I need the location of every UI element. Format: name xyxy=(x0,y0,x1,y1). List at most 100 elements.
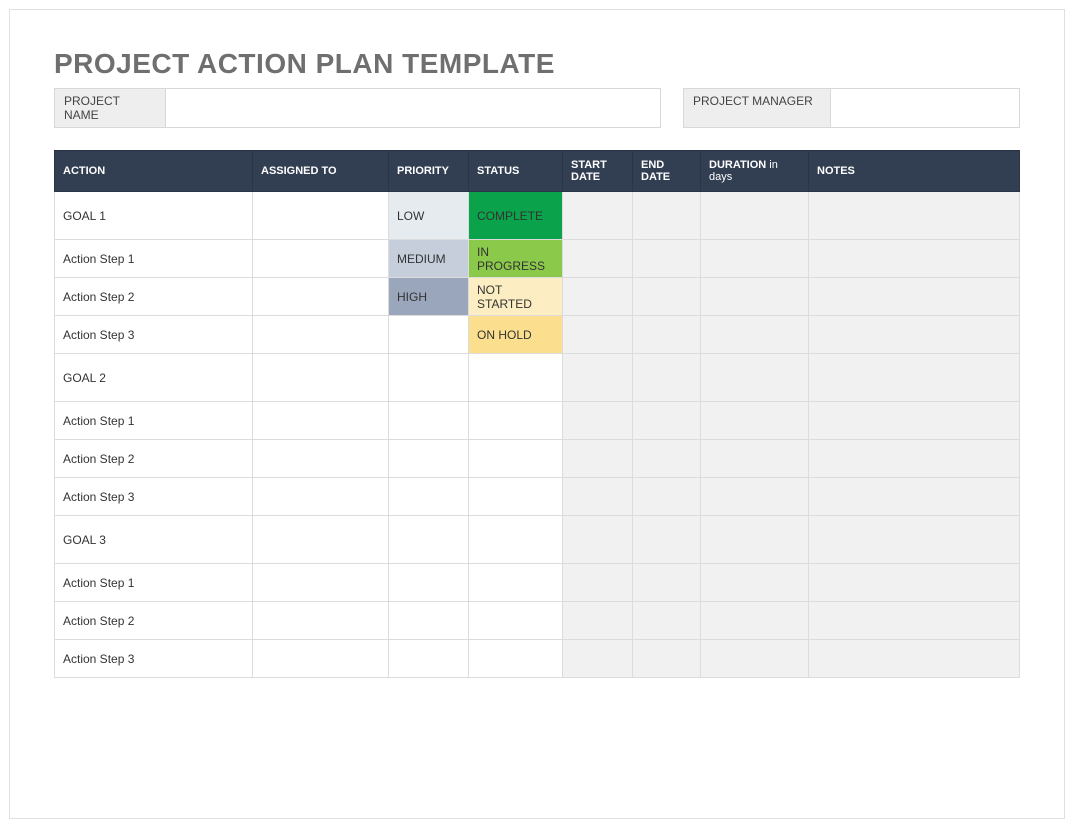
cell-priority[interactable]: LOW xyxy=(389,192,469,240)
cell-assigned[interactable] xyxy=(253,240,389,278)
cell-assigned[interactable] xyxy=(253,564,389,602)
cell-start[interactable] xyxy=(563,354,633,402)
cell-assigned[interactable] xyxy=(253,440,389,478)
cell-assigned[interactable] xyxy=(253,602,389,640)
cell-notes[interactable] xyxy=(809,640,1020,678)
cell-duration[interactable] xyxy=(701,278,809,316)
cell-start[interactable] xyxy=(563,316,633,354)
cell-duration[interactable] xyxy=(701,402,809,440)
cell-priority[interactable] xyxy=(389,564,469,602)
cell-action[interactable]: Action Step 2 xyxy=(55,278,253,316)
cell-action[interactable]: GOAL 1 xyxy=(55,192,253,240)
cell-end[interactable] xyxy=(633,402,701,440)
cell-action[interactable]: Action Step 1 xyxy=(55,564,253,602)
cell-action[interactable]: GOAL 3 xyxy=(55,516,253,564)
cell-start[interactable] xyxy=(563,192,633,240)
cell-end[interactable] xyxy=(633,602,701,640)
cell-assigned[interactable] xyxy=(253,640,389,678)
cell-end[interactable] xyxy=(633,516,701,564)
cell-notes[interactable] xyxy=(809,602,1020,640)
cell-end[interactable] xyxy=(633,440,701,478)
cell-duration[interactable] xyxy=(701,564,809,602)
cell-duration[interactable] xyxy=(701,240,809,278)
cell-duration[interactable] xyxy=(701,640,809,678)
cell-status[interactable]: NOT STARTED xyxy=(469,278,563,316)
cell-assigned[interactable] xyxy=(253,516,389,564)
cell-priority[interactable] xyxy=(389,354,469,402)
cell-notes[interactable] xyxy=(809,564,1020,602)
cell-action[interactable]: Action Step 2 xyxy=(55,602,253,640)
cell-priority[interactable] xyxy=(389,316,469,354)
cell-end[interactable] xyxy=(633,564,701,602)
cell-start[interactable] xyxy=(563,516,633,564)
cell-assigned[interactable] xyxy=(253,354,389,402)
project-manager-value[interactable] xyxy=(831,88,1020,128)
cell-notes[interactable] xyxy=(809,192,1020,240)
cell-end[interactable] xyxy=(633,240,701,278)
cell-assigned[interactable] xyxy=(253,478,389,516)
cell-status[interactable] xyxy=(469,602,563,640)
cell-action[interactable]: Action Step 3 xyxy=(55,316,253,354)
cell-end[interactable] xyxy=(633,478,701,516)
cell-start[interactable] xyxy=(563,278,633,316)
cell-end[interactable] xyxy=(633,316,701,354)
cell-notes[interactable] xyxy=(809,478,1020,516)
cell-duration[interactable] xyxy=(701,516,809,564)
cell-priority[interactable] xyxy=(389,440,469,478)
cell-action[interactable]: Action Step 1 xyxy=(55,402,253,440)
cell-duration[interactable] xyxy=(701,354,809,402)
cell-priority[interactable] xyxy=(389,402,469,440)
cell-duration[interactable] xyxy=(701,602,809,640)
cell-assigned[interactable] xyxy=(253,278,389,316)
cell-notes[interactable] xyxy=(809,316,1020,354)
cell-status[interactable] xyxy=(469,478,563,516)
cell-end[interactable] xyxy=(633,640,701,678)
cell-notes[interactable] xyxy=(809,278,1020,316)
cell-status[interactable] xyxy=(469,440,563,478)
cell-notes[interactable] xyxy=(809,516,1020,564)
cell-action[interactable]: Action Step 2 xyxy=(55,440,253,478)
cell-status[interactable]: COMPLETE xyxy=(469,192,563,240)
cell-start[interactable] xyxy=(563,602,633,640)
cell-priority[interactable] xyxy=(389,640,469,678)
col-duration: DURATION in days xyxy=(701,151,809,192)
cell-priority[interactable] xyxy=(389,602,469,640)
cell-end[interactable] xyxy=(633,192,701,240)
cell-assigned[interactable] xyxy=(253,192,389,240)
cell-start[interactable] xyxy=(563,640,633,678)
cell-assigned[interactable] xyxy=(253,316,389,354)
cell-status[interactable] xyxy=(469,354,563,402)
cell-priority[interactable] xyxy=(389,478,469,516)
cell-status[interactable]: ON HOLD xyxy=(469,316,563,354)
cell-duration[interactable] xyxy=(701,478,809,516)
cell-notes[interactable] xyxy=(809,402,1020,440)
cell-start[interactable] xyxy=(563,240,633,278)
cell-priority[interactable]: MEDIUM xyxy=(389,240,469,278)
cell-end[interactable] xyxy=(633,278,701,316)
cell-duration[interactable] xyxy=(701,192,809,240)
cell-start[interactable] xyxy=(563,440,633,478)
cell-status[interactable] xyxy=(469,564,563,602)
cell-status[interactable] xyxy=(469,516,563,564)
cell-notes[interactable] xyxy=(809,440,1020,478)
cell-status[interactable]: IN PROGRESS xyxy=(469,240,563,278)
cell-action[interactable]: Action Step 3 xyxy=(55,478,253,516)
cell-priority[interactable]: HIGH xyxy=(389,278,469,316)
cell-end[interactable] xyxy=(633,354,701,402)
cell-duration[interactable] xyxy=(701,316,809,354)
cell-priority[interactable] xyxy=(389,516,469,564)
cell-start[interactable] xyxy=(563,478,633,516)
cell-assigned[interactable] xyxy=(253,402,389,440)
cell-action[interactable]: Action Step 1 xyxy=(55,240,253,278)
cell-status[interactable] xyxy=(469,402,563,440)
cell-start[interactable] xyxy=(563,402,633,440)
cell-action[interactable]: GOAL 2 xyxy=(55,354,253,402)
cell-duration[interactable] xyxy=(701,440,809,478)
table-row: Action Step 1 xyxy=(55,564,1020,602)
cell-status[interactable] xyxy=(469,640,563,678)
project-name-value[interactable] xyxy=(166,88,661,128)
cell-start[interactable] xyxy=(563,564,633,602)
cell-notes[interactable] xyxy=(809,240,1020,278)
cell-notes[interactable] xyxy=(809,354,1020,402)
cell-action[interactable]: Action Step 3 xyxy=(55,640,253,678)
